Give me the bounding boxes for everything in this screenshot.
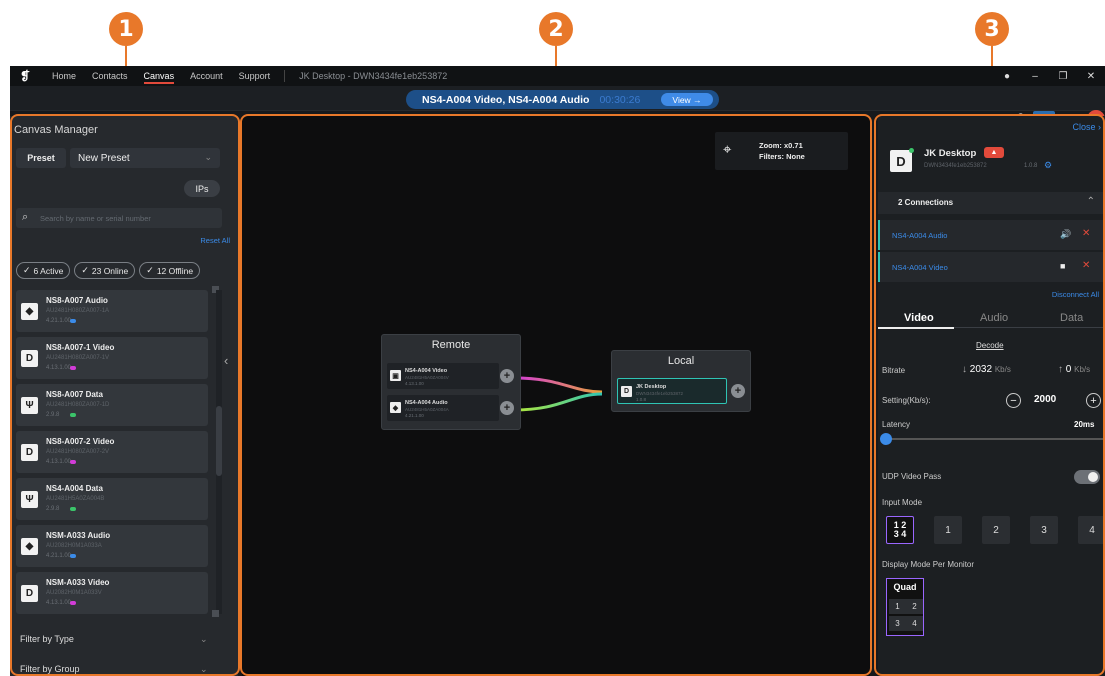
status-dot-icon[interactable]: ● bbox=[993, 71, 1021, 82]
minimize-icon[interactable]: ‒ bbox=[1021, 71, 1049, 82]
window-controls: ● ‒ ❐ ✕ bbox=[993, 66, 1105, 86]
session-timer: 00:30:26 bbox=[599, 93, 641, 106]
callout-1-frame bbox=[10, 114, 240, 676]
session-bar: NS4-A004 Video, NS4-A004 Audio 00:30:26 … bbox=[10, 86, 1105, 128]
callout-3: 3 bbox=[975, 12, 1009, 46]
app-window: ❡ Home Contacts Canvas Account Support J… bbox=[10, 66, 1105, 676]
nav-home[interactable]: Home bbox=[52, 66, 76, 86]
top-nav-bar: ❡ Home Contacts Canvas Account Support J… bbox=[10, 66, 1105, 86]
view-button-label: View bbox=[672, 94, 691, 105]
callout-3-frame bbox=[874, 114, 1105, 676]
view-button[interactable]: View → bbox=[661, 93, 713, 106]
callout-1: 1 bbox=[109, 12, 143, 46]
nav-canvas[interactable]: Canvas bbox=[143, 66, 174, 86]
nav-account[interactable]: Account bbox=[190, 66, 223, 86]
nav-support[interactable]: Support bbox=[239, 66, 271, 86]
app-logo-icon: ❡ bbox=[19, 69, 31, 83]
nav-contacts[interactable]: Contacts bbox=[92, 66, 128, 86]
device-title: JK Desktop - DWN3434fe1eb253872 bbox=[299, 71, 448, 81]
screenshot-stage: 1 2 3 ❡ Home Contacts Canvas Account Sup… bbox=[0, 0, 1105, 676]
maximize-icon[interactable]: ❐ bbox=[1049, 71, 1077, 82]
callout-2-frame bbox=[240, 114, 872, 676]
session-pill: NS4-A004 Video, NS4-A004 Audio 00:30:26 … bbox=[406, 90, 719, 109]
callout-2: 2 bbox=[539, 12, 573, 46]
session-title: NS4-A004 Video, NS4-A004 Audio bbox=[422, 93, 590, 106]
close-window-icon[interactable]: ✕ bbox=[1077, 71, 1105, 82]
nav-divider bbox=[284, 70, 286, 82]
